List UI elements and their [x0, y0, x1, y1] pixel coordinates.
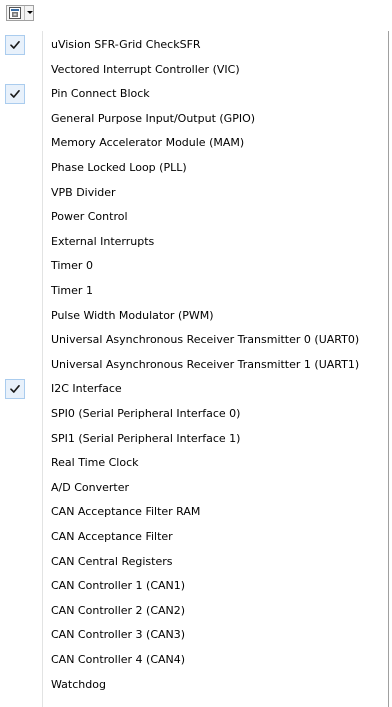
menu-item[interactable]: SPI0 (Serial Peripheral Interface 0): [0, 402, 388, 426]
menu-item[interactable]: Phase Locked Loop (PLL): [0, 156, 388, 180]
menu-item-label: Memory Accelerator Module (MAM): [51, 136, 245, 150]
menu-item[interactable]: CAN Controller 4 (CAN4): [0, 648, 388, 672]
menu-item[interactable]: Real Time Clock: [0, 451, 388, 475]
menu-item[interactable]: CAN Acceptance Filter RAM: [0, 500, 388, 524]
menu-item[interactable]: A/D Converter: [0, 476, 388, 500]
menu-item[interactable]: CAN Controller 3 (CAN3): [0, 623, 388, 647]
menu-item[interactable]: uVision SFR-Grid CheckSFR: [0, 33, 388, 57]
menu-item[interactable]: CAN Controller 2 (CAN2): [0, 599, 388, 623]
checkmark-icon: [5, 84, 25, 105]
peripheral-window-icon: [9, 7, 21, 19]
menu-item-label: External Interrupts: [51, 234, 155, 248]
menu-item-label: Watchdog: [51, 677, 106, 691]
menu-item-label: CAN Acceptance Filter RAM: [51, 505, 201, 519]
menu-item-label: CAN Central Registers: [51, 554, 173, 568]
menu-item-label: Vectored Interrupt Controller (VIC): [51, 62, 240, 76]
menu-item-label: SPI1 (Serial Peripheral Interface 1): [51, 431, 241, 445]
checkmark-icon: [5, 35, 25, 55]
menu-item-label: CAN Acceptance Filter: [51, 530, 173, 543]
button-divider: [24, 6, 25, 20]
peripherals-dropdown-button[interactable]: [6, 5, 34, 21]
menu-item[interactable]: Watchdog: [0, 673, 388, 697]
menu-item[interactable]: Vectored Interrupt Controller (VIC): [0, 58, 388, 82]
menu-item-label: SPI0 (Serial Peripheral Interface 0): [51, 407, 241, 420]
menu-item-label: CAN Controller 3 (CAN3): [51, 628, 186, 642]
menu-item-label: uVision SFR-Grid CheckSFR: [51, 38, 201, 51]
menu-item-label: Power Control: [51, 210, 128, 224]
menu-item-label: CAN Controller 1 (CAN1): [51, 579, 186, 593]
menu-item-label: Pulse Width Modulator (PWM): [51, 308, 214, 322]
menu-item[interactable]: VPB Divider: [0, 181, 388, 205]
chevron-down-icon[interactable]: [27, 11, 33, 14]
menu-item-label: A/D Converter: [51, 480, 129, 494]
menu-item[interactable]: Memory Accelerator Module (MAM): [0, 131, 388, 155]
menu-item[interactable]: CAN Central Registers: [0, 550, 388, 574]
menu-item-label: VPB Divider: [51, 185, 116, 199]
menu-item-label: Real Time Clock: [51, 456, 139, 470]
menu-item[interactable]: CAN Acceptance Filter: [0, 525, 388, 549]
menu-item-label: Universal Asynchronous Receiver Transmit…: [51, 357, 360, 371]
menu-item[interactable]: Timer 0: [0, 254, 388, 278]
menu-item-label: I2C Interface: [51, 382, 122, 396]
menu-item[interactable]: CAN Controller 1 (CAN1): [0, 574, 388, 598]
menu-item-label: CAN Controller 4 (CAN4): [51, 653, 186, 666]
menu-item[interactable]: General Purpose Input/Output (GPIO): [0, 107, 388, 131]
menu-item[interactable]: Timer 1: [0, 279, 388, 303]
menu-item-label: Timer 0: [51, 259, 93, 273]
menu-item-label: Universal Asynchronous Receiver Transmit…: [51, 333, 360, 347]
menu-item[interactable]: Universal Asynchronous Receiver Transmit…: [0, 353, 388, 377]
menu-item[interactable]: Power Control: [0, 205, 388, 229]
checkmark-icon: [5, 379, 25, 400]
toolbar: [0, 0, 392, 24]
peripherals-menu: uVision SFR-Grid CheckSFR Vectored Interr…: [0, 31, 389, 707]
menu-item[interactable]: External Interrupts: [0, 230, 388, 254]
menu-item[interactable]: Pulse Width Modulator (PWM): [0, 304, 388, 328]
menu-item-label: General Purpose Input/Output (GPIO): [51, 111, 256, 125]
menu-item-label: Phase Locked Loop (PLL): [51, 161, 187, 174]
menu-item[interactable]: I2C Interface: [0, 377, 388, 401]
menu-item-label: CAN Controller 2 (CAN2): [51, 603, 186, 617]
menu-item[interactable]: Pin Connect Block: [0, 82, 388, 106]
menu-item[interactable]: Universal Asynchronous Receiver Transmit…: [0, 328, 388, 352]
menu-item-label: Pin Connect Block: [51, 87, 150, 101]
menu-item-label: Timer 1: [51, 284, 93, 297]
menu-item[interactable]: SPI1 (Serial Peripheral Interface 1): [0, 427, 388, 451]
